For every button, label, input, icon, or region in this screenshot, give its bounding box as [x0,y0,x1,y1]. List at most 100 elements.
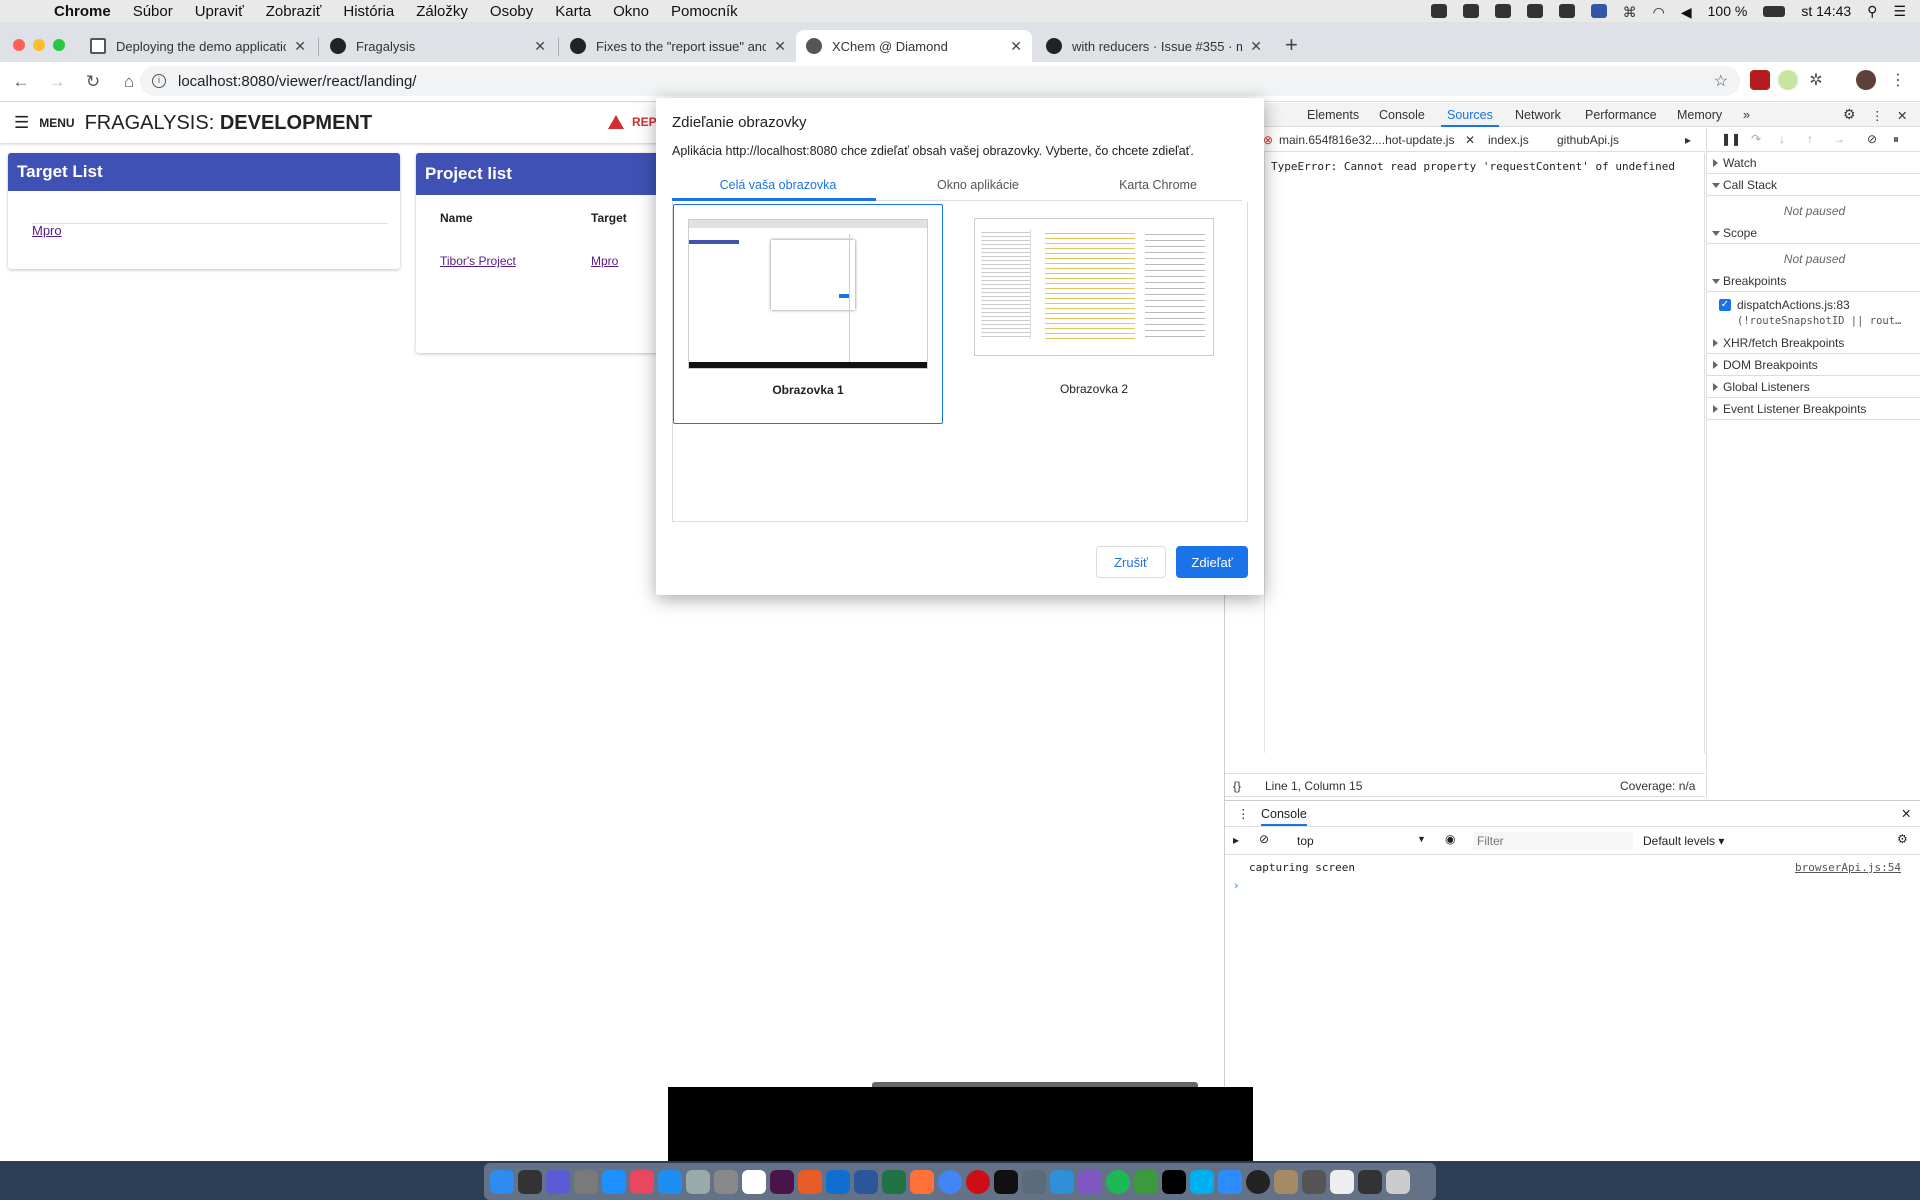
tab-network[interactable]: Network [1515,108,1561,122]
cloud-icon[interactable] [1430,4,1447,18]
menu-osoby[interactable]: Osoby [490,3,533,20]
breakpoints-section[interactable]: Breakpoints [1707,270,1920,292]
step-icon[interactable]: → [1833,132,1845,146]
word-icon[interactable] [854,1169,878,1194]
watch-section[interactable]: Watch [1707,152,1920,174]
console-settings-icon[interactable]: ⚙ [1897,832,1908,846]
bookmark-star-icon[interactable]: ☆ [1714,71,1728,91]
slack-icon[interactable] [770,1169,794,1194]
kebab-menu-icon[interactable]: ⋮ [1888,70,1908,90]
app-icon[interactable] [1022,1169,1046,1194]
source-tab-index[interactable]: index.js [1488,133,1529,147]
log-source-link[interactable]: browserApi.js:54 [1795,861,1901,874]
clear-console-icon[interactable]: ⊘ [1259,832,1269,846]
xhr-breakpoints-section[interactable]: XHR/fetch Breakpoints [1707,332,1920,354]
safari-icon[interactable] [602,1169,626,1194]
intellij-icon[interactable] [1162,1169,1186,1194]
browser-tab[interactable]: Fixes to the "report issue" and ✕ [560,30,796,62]
tab-entire-screen[interactable]: Celá vaša obrazovka [678,178,878,192]
browser-tab-active[interactable]: XChem @ Diamond ✕ [796,30,1032,62]
cube-icon[interactable] [1462,4,1479,18]
menu-karta[interactable]: Karta [555,3,591,20]
menu-button[interactable]: MENU [39,116,74,130]
search-icon[interactable]: ⚲ [1867,3,1877,20]
avatar[interactable] [1856,70,1876,90]
app-icon[interactable] [1302,1169,1326,1194]
maximize-window-icon[interactable] [53,39,65,51]
visual-studio-icon[interactable] [1078,1169,1102,1194]
drag-handle[interactable] [872,1082,1198,1087]
event-listener-breakpoints-section[interactable]: Event Listener Breakpoints [1707,398,1920,420]
close-window-icon[interactable] [13,39,25,51]
source-tab-main[interactable]: main.654f816e32....hot-update.js [1279,133,1454,147]
finder-icon[interactable] [490,1169,514,1194]
console-filter-input[interactable] [1473,832,1633,850]
eye-icon[interactable]: ◉ [1445,832,1455,846]
wifi-icon[interactable]: ◠ [1653,4,1665,20]
close-tab-icon[interactable]: ✕ [294,38,306,55]
minimize-window-icon[interactable] [33,39,45,51]
hamburger-icon[interactable]: ☰ [14,113,29,133]
toggle-sidebar-icon[interactable]: ▸ [1685,133,1691,147]
dom-breakpoints-section[interactable]: DOM Breakpoints [1707,354,1920,376]
console-app-icon[interactable] [1358,1169,1382,1194]
code-editor[interactable]: TypeError: Cannot read property 'request… [1225,153,1705,753]
opera-icon[interactable] [966,1169,990,1194]
new-tab-button[interactable]: + [1285,32,1298,58]
source-tab-githubapi[interactable]: githubApi.js [1557,133,1619,147]
breakpoint-checkbox[interactable]: ✓ [1719,299,1731,311]
step-out-icon[interactable]: ↑ [1807,132,1813,146]
bug-icon[interactable]: ✲ [1806,70,1826,90]
extension-icon[interactable] [1750,70,1770,90]
menu-historia[interactable]: História [343,3,394,20]
drawer-menu-icon[interactable]: ⋮ [1237,806,1250,821]
tab-console[interactable]: Console [1379,108,1425,122]
tab-chrome-tab[interactable]: Karta Chrome [1058,178,1258,192]
log-levels-dropdown[interactable]: Default levels ▾ [1643,834,1724,848]
close-tab-icon[interactable]: ✕ [1250,38,1262,55]
calendar-icon[interactable] [742,1169,766,1194]
reload-icon[interactable]: ↻ [78,72,108,92]
menu-zalozky[interactable]: Záložky [416,3,468,20]
skype-icon[interactable] [1190,1169,1214,1194]
document-icon[interactable] [1330,1169,1354,1194]
scope-section[interactable]: Scope [1707,222,1920,244]
chevron-down-icon[interactable]: ▼ [1417,834,1426,844]
address-bar[interactable]: i localhost:8080/viewer/react/landing/ ☆ [140,66,1740,96]
context-select[interactable]: top [1297,834,1314,848]
target-link-mpro[interactable]: Mpro [32,223,62,238]
firefox-icon[interactable] [910,1169,934,1194]
tab-memory[interactable]: Memory [1677,108,1722,122]
docker-icon[interactable] [1494,4,1511,18]
project-link[interactable]: Tibor's Project [440,254,516,268]
extension-icon[interactable] [1778,70,1798,90]
system-preferences-icon[interactable] [714,1169,738,1194]
browser-tab[interactable]: Deploying the demo applicatio ✕ [80,30,316,62]
battery-icon[interactable] [1763,5,1786,17]
more-tabs-icon[interactable]: » [1743,108,1750,122]
close-tab-icon[interactable]: ✕ [1010,38,1022,55]
call-stack-section[interactable]: Call Stack [1707,174,1920,196]
tab-performance[interactable]: Performance [1585,108,1657,122]
app-icon[interactable] [1050,1169,1074,1194]
cloud-upload-icon[interactable] [1526,4,1543,18]
activity-monitor-icon[interactable] [1246,1169,1270,1194]
step-into-icon[interactable]: ↓ [1779,132,1785,146]
back-icon[interactable]: ← [6,72,36,92]
tab-application-window[interactable]: Okno aplikácie [878,178,1078,192]
trash-icon[interactable] [1386,1169,1410,1194]
terminal-icon[interactable] [994,1169,1018,1194]
app-icon[interactable] [826,1169,850,1194]
close-tab-icon[interactable]: ✕ [534,38,546,55]
app-store-icon[interactable] [658,1169,682,1194]
menu-pomocnik[interactable]: Pomocník [671,3,738,20]
pretty-print-icon[interactable]: {} [1233,779,1241,793]
zoom-icon[interactable] [1218,1169,1242,1194]
breakpoint-file[interactable]: dispatchActions.js:83 [1737,298,1850,312]
close-drawer-icon[interactable]: ✕ [1901,806,1911,821]
launchpad-icon[interactable] [574,1169,598,1194]
sidebar-toggle-icon[interactable]: ▸ [1233,833,1239,847]
excel-icon[interactable] [882,1169,906,1194]
cancel-button[interactable]: Zrušiť [1096,546,1166,578]
console-tab[interactable]: Console [1261,807,1307,826]
